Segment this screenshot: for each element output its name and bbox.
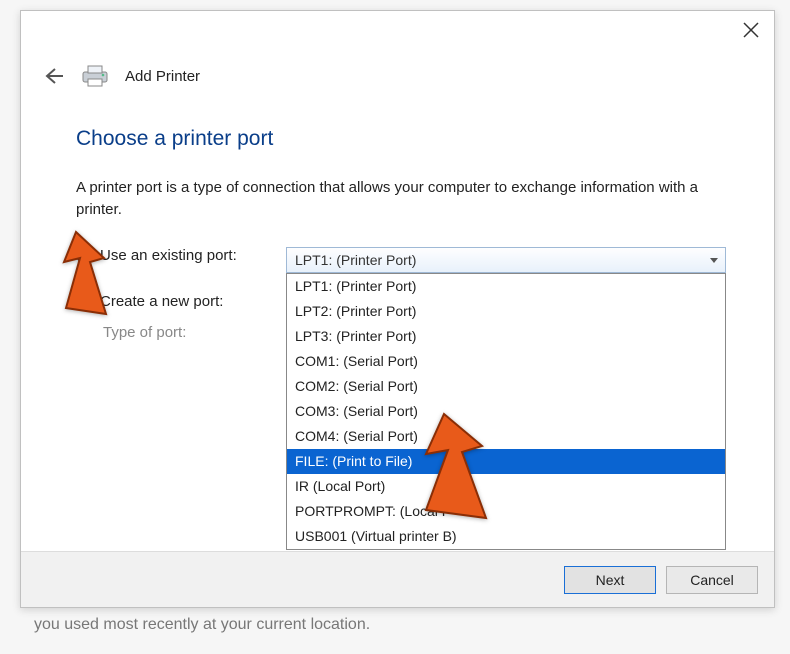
port-combobox-list[interactable]: LPT1: (Printer Port)LPT2: (Printer Port)… [286,273,726,550]
wizard-content: Choose a printer port A printer port is … [21,93,774,341]
port-option[interactable]: LPT1: (Printer Port) [287,274,725,299]
existing-port-row: Use an existing port: LPT1: (Printer Por… [76,247,726,273]
port-option[interactable]: COM3: (Serial Port) [287,399,725,424]
titlebar [21,11,774,51]
close-button[interactable] [742,21,760,39]
port-combobox-value: LPT1: (Printer Port) [295,252,416,268]
page-description: A printer port is a type of connection t… [76,177,726,221]
create-new-port-label: Create a new port: [100,293,223,310]
port-option[interactable]: COM2: (Serial Port) [287,374,725,399]
page-heading: Choose a printer port [76,127,726,151]
port-combobox[interactable]: LPT1: (Printer Port) [286,247,726,273]
port-option[interactable]: FILE: (Print to File) [287,449,725,474]
create-new-port-radio[interactable] [76,293,92,309]
wizard-header: Add Printer [21,51,774,93]
type-of-port-label: Type of port: [76,324,186,341]
cancel-button[interactable]: Cancel [666,566,758,594]
port-option[interactable]: USB001 (Virtual printer B) [287,524,725,549]
chevron-down-icon [709,252,719,268]
use-existing-port-radio[interactable] [76,247,92,263]
use-existing-port-label: Use an existing port: [100,247,237,264]
wizard-title: Add Printer [125,68,200,85]
port-option[interactable]: PORTPROMPT: (Local P [287,499,725,524]
back-button[interactable] [43,65,65,87]
add-printer-dialog: Add Printer Choose a printer port A prin… [20,10,775,608]
port-option[interactable]: LPT2: (Printer Port) [287,299,725,324]
port-option[interactable]: COM1: (Serial Port) [287,349,725,374]
wizard-footer: Next Cancel [21,551,774,607]
printer-icon [81,65,109,87]
port-option[interactable]: COM4: (Serial Port) [287,424,725,449]
port-option[interactable]: LPT3: (Printer Port) [287,324,725,349]
port-option[interactable]: IR (Local Port) [287,474,725,499]
next-button[interactable]: Next [564,566,656,594]
background-page-text: you used most recently at your current l… [34,616,370,634]
